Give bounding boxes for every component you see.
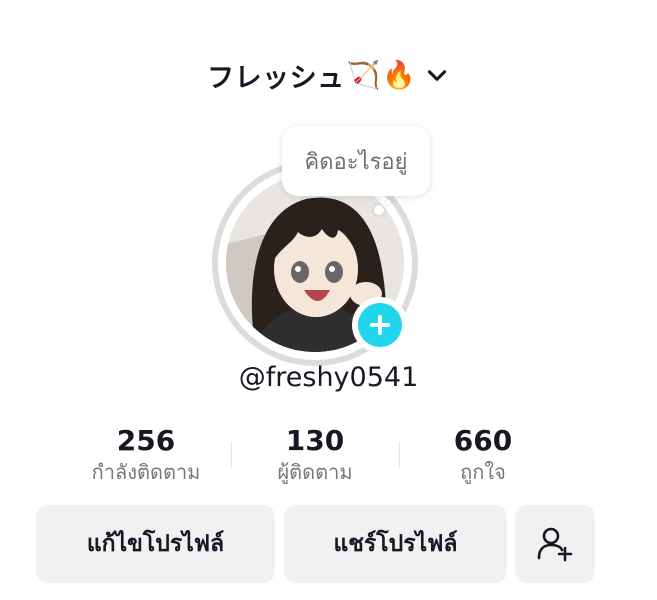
following-count: 256 <box>116 424 176 457</box>
following-label: กำลังติดตาม <box>91 460 201 484</box>
likes-label: ถูกใจ <box>460 460 506 484</box>
share-profile-button[interactable]: แชร์โปรไฟล์ <box>284 505 507 583</box>
bow-arrow-emoji: 🏹 <box>346 59 381 91</box>
profile-handle: @freshy0541 <box>238 362 419 393</box>
plus-icon <box>358 303 402 347</box>
stats-row: 256 กำลังติดตาม 130 ผู้ติดตาม 660 ถูกใจ <box>0 424 657 494</box>
edit-profile-label: แก้ไขโปรไฟล์ <box>86 531 225 557</box>
edit-profile-button[interactable]: แก้ไขโปรไฟล์ <box>36 505 275 583</box>
stat-following[interactable]: 256 กำลังติดตาม <box>56 424 236 486</box>
bubble-tail-dot-small <box>386 200 391 205</box>
likes-count: 660 <box>453 424 513 457</box>
bubble-tail-dot <box>374 205 384 215</box>
thought-bubble[interactable]: คิดอะไรอยู่ <box>282 126 430 196</box>
followers-label: ผู้ติดตาม <box>277 460 353 484</box>
add-friend-button[interactable] <box>515 505 595 583</box>
profile-header[interactable]: フレッシュ 🏹 🔥 <box>0 52 657 98</box>
followers-count: 130 <box>285 424 345 457</box>
add-story-button[interactable] <box>352 297 408 353</box>
fire-emoji: 🔥 <box>382 59 416 91</box>
stat-followers[interactable]: 130 ผู้ติดตาม <box>225 424 405 486</box>
chevron-down-icon[interactable] <box>424 62 450 88</box>
add-friend-icon <box>537 527 573 562</box>
stat-likes[interactable]: 660 ถูกใจ <box>393 424 573 486</box>
account-name-title[interactable]: フレッシュ <box>207 56 345 95</box>
thought-bubble-text: คิดอะไรอยู่ <box>304 149 408 175</box>
share-profile-label: แชร์โปรไฟล์ <box>333 531 458 557</box>
